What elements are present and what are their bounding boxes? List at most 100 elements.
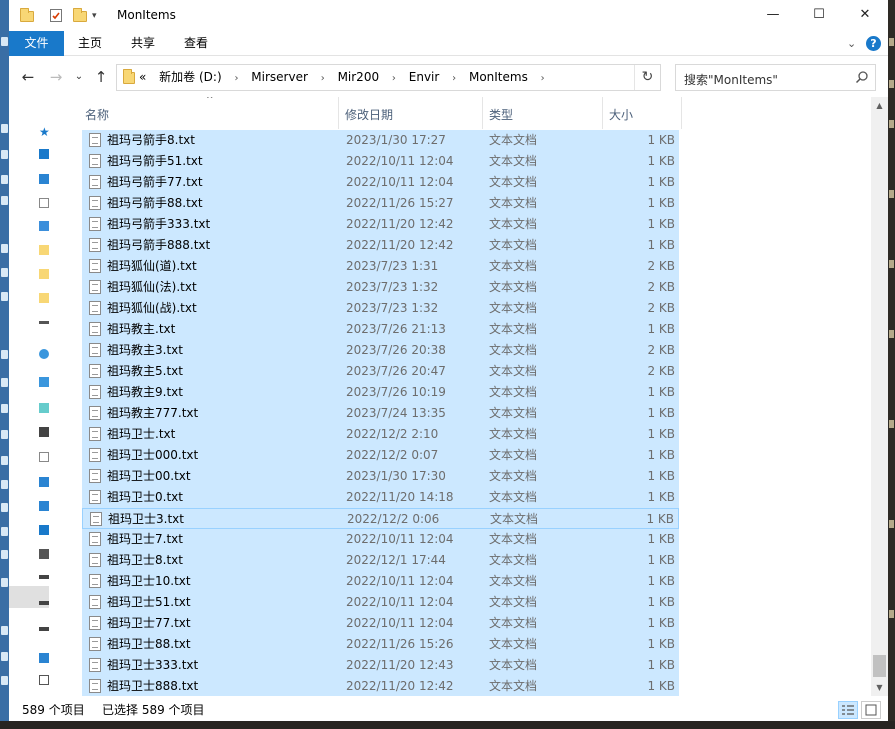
- address-bar[interactable]: « 新加卷 (D:) › Mirserver › Mir200 › Envir …: [116, 64, 661, 91]
- file-row[interactable]: 祖玛教主9.txt 2023/7/26 10:19 文本文档 1 KB: [82, 382, 679, 403]
- scroll-down-icon[interactable]: ▼: [871, 679, 888, 696]
- folder-icon[interactable]: [39, 269, 49, 279]
- file-row[interactable]: 祖玛狐仙(战).txt 2023/7/23 1:32 文本文档 2 KB: [82, 298, 679, 319]
- file-row[interactable]: 祖玛狐仙(道).txt 2023/7/23 1:31 文本文档 2 KB: [82, 256, 679, 277]
- column-header-date[interactable]: 修改日期: [339, 97, 483, 129]
- breadcrumb-separator[interactable]: ›: [321, 73, 325, 84]
- column-header-size[interactable]: 大小: [603, 97, 682, 129]
- 3d-objects-icon[interactable]: [39, 403, 49, 413]
- forward-button[interactable]: →: [46, 67, 66, 87]
- file-row[interactable]: 祖玛狐仙(法).txt 2023/7/23 1:32 文本文档 2 KB: [82, 277, 679, 298]
- file-row[interactable]: 祖玛弓箭手77.txt 2022/10/11 12:04 文本文档 1 KB: [82, 172, 679, 193]
- folder-icon[interactable]: [39, 293, 49, 303]
- file-modified-date: 2022/11/20 14:18: [346, 490, 454, 504]
- file-size: 1 KB: [647, 427, 675, 441]
- file-row[interactable]: 祖玛弓箭手333.txt 2022/11/20 12:42 文本文档 1 KB: [82, 214, 679, 235]
- tab-view[interactable]: 查看: [184, 31, 208, 56]
- file-row[interactable]: 祖玛卫士000.txt 2022/12/2 0:07 文本文档 1 KB: [82, 445, 679, 466]
- file-row[interactable]: 祖玛卫士00.txt 2023/1/30 17:30 文本文档 1 KB: [82, 466, 679, 487]
- music-icon[interactable]: [39, 501, 49, 511]
- close-button[interactable]: ✕: [842, 0, 888, 31]
- maximize-button[interactable]: ☐: [796, 0, 842, 31]
- breadcrumb-monitems[interactable]: MonItems: [469, 70, 528, 84]
- drive-icon[interactable]: [39, 627, 49, 631]
- desktop-icon[interactable]: [39, 149, 49, 159]
- file-name: 祖玛卫士333.txt: [107, 658, 199, 672]
- folder-icon[interactable]: [39, 321, 49, 324]
- breadcrumb-mirserver[interactable]: Mirserver: [251, 70, 308, 84]
- file-row[interactable]: 祖玛卫士333.txt 2022/11/20 12:43 文本文档 1 KB: [82, 655, 679, 676]
- back-button[interactable]: ←: [18, 67, 38, 87]
- file-row[interactable]: 祖玛卫士.txt 2022/12/2 2:10 文本文档 1 KB: [82, 424, 679, 445]
- new-folder-icon[interactable]: [72, 8, 88, 22]
- search-input[interactable]: 搜索"MonItems": [675, 64, 876, 91]
- column-header-name[interactable]: 名称: [79, 97, 339, 129]
- column-header-type[interactable]: 类型: [483, 97, 603, 129]
- recent-locations-button[interactable]: ⌄: [69, 67, 89, 87]
- breadcrumb-separator[interactable]: ›: [541, 73, 545, 84]
- breadcrumb-separator[interactable]: ›: [234, 73, 238, 84]
- properties-icon[interactable]: [49, 8, 65, 22]
- scroll-up-icon[interactable]: ▲: [871, 97, 888, 114]
- network-icon[interactable]: [39, 653, 49, 663]
- file-row[interactable]: 祖玛卫士77.txt 2022/10/11 12:04 文本文档 1 KB: [82, 613, 679, 634]
- breadcrumb-envir[interactable]: Envir: [409, 70, 440, 84]
- quick-access-icon[interactable]: ★: [39, 125, 51, 139]
- this-pc-icon[interactable]: [39, 377, 49, 387]
- breadcrumb-separator[interactable]: ›: [452, 73, 456, 84]
- documents-icon[interactable]: [39, 198, 49, 208]
- drive-icon[interactable]: [39, 575, 49, 579]
- file-row[interactable]: 祖玛弓箭手51.txt 2022/10/11 12:04 文本文档 1 KB: [82, 151, 679, 172]
- large-icons-view-button[interactable]: [861, 701, 881, 719]
- computer-icon[interactable]: [39, 675, 49, 685]
- file-row[interactable]: 祖玛卫士8.txt 2022/12/1 17:44 文本文档 1 KB: [82, 550, 679, 571]
- file-row[interactable]: 祖玛卫士0.txt 2022/11/20 14:18 文本文档 1 KB: [82, 487, 679, 508]
- file-list[interactable]: ^ 名称 修改日期 类型 大小 祖玛弓箭手8.txt 2023/1/30 17:2…: [79, 97, 871, 696]
- drive-icon[interactable]: [39, 549, 49, 559]
- file-row[interactable]: 祖玛教主3.txt 2023/7/26 20:38 文本文档 2 KB: [82, 340, 679, 361]
- file-type: 文本文档: [489, 406, 538, 420]
- expand-ribbon-icon[interactable]: ⌄: [847, 37, 856, 50]
- folder-icon: [19, 8, 35, 22]
- file-row[interactable]: 祖玛教主777.txt 2023/7/24 13:35 文本文档 1 KB: [82, 403, 679, 424]
- vertical-scrollbar[interactable]: ▲ ▼: [871, 97, 888, 696]
- breadcrumb-overflow[interactable]: «: [139, 70, 146, 84]
- tab-file[interactable]: 文件: [9, 31, 64, 56]
- navigation-pane[interactable]: ★: [9, 97, 64, 696]
- videos-icon[interactable]: [39, 427, 49, 437]
- file-row[interactable]: 祖玛卫士88.txt 2022/11/26 15:26 文本文档 1 KB: [82, 634, 679, 655]
- file-row[interactable]: 祖玛卫士10.txt 2022/10/11 12:04 文本文档 1 KB: [82, 571, 679, 592]
- file-row[interactable]: 祖玛弓箭手8.txt 2023/1/30 17:27 文本文档 1 KB: [82, 130, 679, 151]
- tab-share[interactable]: 共享: [131, 31, 155, 56]
- details-view-button[interactable]: [838, 701, 858, 719]
- file-row[interactable]: 祖玛卫士7.txt 2022/10/11 12:04 文本文档 1 KB: [82, 529, 679, 550]
- folder-icon[interactable]: [39, 245, 49, 255]
- file-row[interactable]: 祖玛弓箭手888.txt 2022/11/20 12:42 文本文档 1 KB: [82, 235, 679, 256]
- file-row[interactable]: 祖玛弓箭手88.txt 2022/11/26 15:27 文本文档 1 KB: [82, 193, 679, 214]
- search-icon[interactable]: [855, 70, 869, 84]
- onedrive-icon[interactable]: [39, 349, 49, 359]
- help-icon[interactable]: ?: [866, 36, 881, 51]
- up-button[interactable]: ↑: [91, 67, 111, 87]
- desktop-icon[interactable]: [39, 525, 49, 535]
- breadcrumb-separator[interactable]: ›: [392, 73, 396, 84]
- tab-home[interactable]: 主页: [78, 31, 102, 56]
- scrollbar-thumb[interactable]: [873, 655, 886, 677]
- file-row[interactable]: 祖玛教主5.txt 2023/7/26 20:47 文本文档 2 KB: [82, 361, 679, 382]
- pictures-icon[interactable]: [39, 221, 49, 231]
- downloads-icon[interactable]: [39, 174, 49, 184]
- file-row[interactable]: 祖玛卫士888.txt 2022/11/20 12:42 文本文档 1 KB: [82, 676, 679, 696]
- file-row[interactable]: 祖玛教主.txt 2023/7/26 21:13 文本文档 1 KB: [82, 319, 679, 340]
- documents-icon[interactable]: [39, 452, 49, 462]
- downloads-icon[interactable]: [39, 477, 49, 487]
- refresh-button[interactable]: ↻: [634, 65, 660, 90]
- breadcrumb-drive[interactable]: 新加卷 (D:): [159, 70, 221, 84]
- file-name: 祖玛狐仙(战).txt: [107, 301, 197, 315]
- file-name: 祖玛教主3.txt: [107, 343, 183, 357]
- breadcrumb-mir200[interactable]: Mir200: [338, 70, 380, 84]
- customize-toolbar-icon[interactable]: ▾: [92, 11, 108, 25]
- minimize-button[interactable]: —: [750, 0, 796, 31]
- drive-icon[interactable]: [39, 601, 49, 605]
- file-row[interactable]: 祖玛卫士3.txt 2022/12/2 0:06 文本文档 1 KB: [82, 508, 679, 529]
- file-row[interactable]: 祖玛卫士51.txt 2022/10/11 12:04 文本文档 1 KB: [82, 592, 679, 613]
